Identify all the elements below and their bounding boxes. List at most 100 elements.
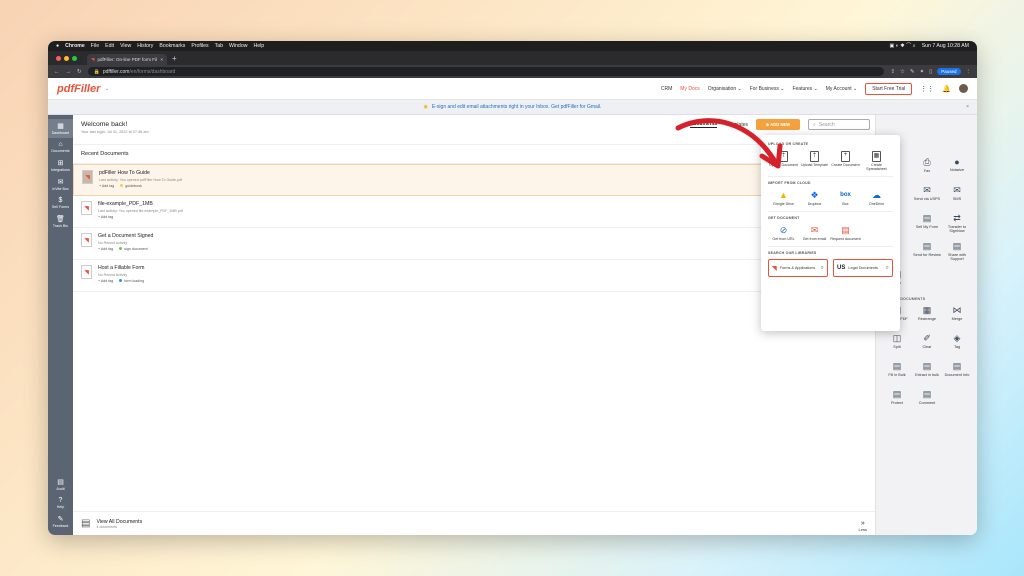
tool-document-info[interactable]: ▤ Document Info — [942, 361, 972, 383]
tool-sell-my-form[interactable]: ▤ Sell My Form — [912, 213, 942, 235]
nav-my-account[interactable]: My Account ⌄ — [826, 86, 857, 92]
start-trial-button[interactable]: Start Free Trial — [865, 82, 913, 95]
status-icons[interactable]: ▣ ◐ ✱ ⌒ ⌕ — [889, 42, 915, 50]
library-legal-documents[interactable]: US Legal Documents ⌕ — [833, 259, 893, 277]
address-bar[interactable]: 🔒 pdffiller.com/en/forms/dashboard — [87, 67, 885, 76]
add-tag-button[interactable]: + Add tag — [98, 279, 113, 283]
banner-close-icon[interactable]: × — [966, 104, 969, 110]
more-menu-icon[interactable]: ⋮ — [966, 69, 972, 75]
browser-tab[interactable]: ◥ pdfFiller: On-line PDF form Fil × — [87, 54, 167, 65]
maximize-window-icon[interactable] — [72, 55, 77, 61]
document-name[interactable]: file-example_PDF_1MB — [98, 201, 183, 207]
tool-merge[interactable]: ⋈ Merge — [942, 305, 972, 327]
tool-transfer-to-signnow[interactable]: ⇄ Transfer to SignNow — [942, 213, 972, 235]
tool-notarize[interactable]: ● Notarize — [942, 157, 972, 179]
add-tag-button[interactable]: + Add tag — [98, 247, 113, 251]
banner-text[interactable]: E-sign and edit email attachments right … — [432, 104, 602, 110]
sidebar-icon[interactable]: ▯ — [929, 69, 932, 75]
document-row[interactable]: ◥ Get a Document Signed No Recent Activity… — [73, 228, 875, 260]
sidebar-item-dashboard[interactable]: ▦ Dashboard — [48, 119, 73, 138]
tool-comment[interactable]: ▤ Comment — [912, 389, 942, 411]
dropdown-create-document[interactable]: + Create Document — [830, 150, 861, 171]
bookmark-star-icon[interactable]: ☆ — [900, 69, 905, 75]
new-tab-button[interactable]: + — [167, 54, 182, 63]
sidebar-item-integrations[interactable]: ⊞ Integrations — [48, 156, 73, 175]
dropdown-create-spreadsheet[interactable]: ▦ Create Spreadsheet — [861, 150, 892, 171]
view-all-documents-link[interactable]: View All Documents — [96, 519, 142, 525]
add-tag-button[interactable]: + Add tag — [98, 215, 113, 219]
tag-badge[interactable]: sign document — [119, 247, 148, 251]
share-icon[interactable]: ⇪ — [890, 69, 895, 75]
nav-features[interactable]: Features ⌄ — [792, 86, 817, 92]
menu-file[interactable]: File — [91, 43, 99, 49]
document-name[interactable]: Get a Document Signed — [98, 233, 153, 239]
tool-send-for-review[interactable]: ▤ Send for Review — [912, 241, 942, 263]
nav-crm[interactable]: CRM — [661, 86, 672, 92]
puzzle-icon[interactable]: ✦ — [920, 69, 925, 75]
chevron-down-icon[interactable]: ⌄ — [104, 85, 109, 92]
sidebar-item-invite-box[interactable]: ✉ InVite Box — [48, 175, 73, 194]
document-row[interactable]: ◥ file-example_PDF_1MB Last activity: You … — [73, 196, 875, 228]
sidebar-item-trash-bin[interactable]: 🗑 Trash Bin — [48, 212, 73, 231]
app-name[interactable]: Chrome — [65, 43, 85, 49]
sidebar-item-feedback[interactable]: ✎ Feedback — [48, 512, 73, 531]
menu-bookmarks[interactable]: Bookmarks — [159, 43, 185, 49]
profile-button[interactable]: Paused — [937, 68, 961, 75]
tab-close-icon[interactable]: × — [160, 57, 163, 62]
tool-fill-in-bulk[interactable]: ▤ Fill in Bulk — [882, 361, 912, 383]
menu-help[interactable]: Help — [253, 43, 264, 49]
menu-edit[interactable]: Edit — [105, 43, 114, 49]
library-forms-applications[interactable]: ◥ Forms & Applications ⌕ — [768, 259, 828, 277]
extension-icon[interactable]: ✎ — [910, 69, 915, 75]
nav-organisation[interactable]: Organisation ⌄ — [708, 86, 742, 92]
bell-icon[interactable]: 🔔 — [942, 85, 951, 93]
sidebar-item-sell-forms[interactable]: $ Sell Forms — [48, 194, 73, 212]
dropdown-get-from-url[interactable]: ⊘ Get from URL — [768, 224, 799, 242]
dropdown-dropbox[interactable]: ❖ Dropbox — [799, 189, 830, 207]
dropdown-google-drive[interactable]: ▲ Google Drive — [768, 189, 799, 206]
nav-my-docs[interactable]: My Docs — [680, 86, 699, 92]
minimize-window-icon[interactable] — [64, 55, 69, 61]
apps-grid-icon[interactable]: ⋮⋮ — [920, 85, 934, 93]
avatar[interactable] — [959, 84, 968, 93]
menu-window[interactable]: Window — [229, 43, 247, 49]
tool-split[interactable]: ◫ Split — [882, 333, 912, 355]
tool-send-via-usps[interactable]: ✉ Send via USPS — [912, 185, 942, 207]
dropdown-upload-template[interactable]: ⇡ Upload Template — [799, 150, 830, 171]
dropdown-box[interactable]: box Box — [830, 189, 861, 206]
tool-clear[interactable]: ✐ Clear — [912, 333, 942, 355]
back-icon[interactable]: ← — [54, 69, 60, 75]
dropdown-get-from-email[interactable]: ✉ Get from email — [799, 224, 830, 242]
sidebar-item-documents[interactable]: ⌂ Documents — [48, 138, 73, 156]
pdffiller-logo[interactable]: pdfFiller — [57, 83, 100, 95]
menu-tab[interactable]: Tab — [215, 43, 223, 49]
tool-extract-in-bulk[interactable]: ▤ Extract in bulk — [912, 361, 942, 383]
close-window-icon[interactable] — [56, 55, 61, 61]
document-name[interactable]: Host a Fillable Form — [98, 265, 144, 271]
document-row[interactable]: ◥ Host a Fillable Form No Recent Activity +… — [73, 260, 875, 292]
tool-protect[interactable]: ▤ Protect — [882, 389, 912, 411]
menu-profiles[interactable]: Profiles — [191, 43, 208, 49]
search-input[interactable]: ⌕ Search — [808, 119, 870, 130]
less-button[interactable]: » Less — [859, 520, 867, 532]
menu-view[interactable]: View — [120, 43, 131, 49]
dropdown-onedrive[interactable]: ☁ OneDrive — [861, 189, 892, 207]
menu-history[interactable]: History — [137, 43, 153, 49]
add-tag-button[interactable]: + Add tag — [99, 184, 114, 188]
tag-badge[interactable]: form loading — [119, 279, 144, 283]
tool-sms[interactable]: ✉ SMS — [942, 185, 972, 207]
tool-rearrange[interactable]: ▦ Rearrange — [912, 305, 942, 327]
tool-fax[interactable]: ⎙ Fax — [912, 157, 942, 179]
clock[interactable]: Sun 7 Aug 10:28 AM — [922, 43, 969, 49]
tool-share-with-support[interactable]: ▤ Share with Support — [942, 241, 972, 263]
dropdown-request-document[interactable]: ▤ Request document — [830, 224, 861, 242]
document-name[interactable]: pdFiller How To Guide — [99, 170, 182, 176]
tag-badge[interactable]: guidebook — [120, 184, 142, 188]
sidebar-item-audit[interactable]: ▤ Audit — [48, 475, 73, 494]
sidebar-item-help[interactable]: ? Help — [48, 494, 73, 512]
forward-icon[interactable]: → — [66, 69, 72, 75]
reload-icon[interactable]: ↻ — [77, 69, 82, 75]
apple-icon[interactable]: ● — [56, 43, 59, 49]
tool-tag[interactable]: ◈ Tag — [942, 333, 972, 355]
nav-for-business[interactable]: For Business ⌄ — [750, 86, 785, 92]
